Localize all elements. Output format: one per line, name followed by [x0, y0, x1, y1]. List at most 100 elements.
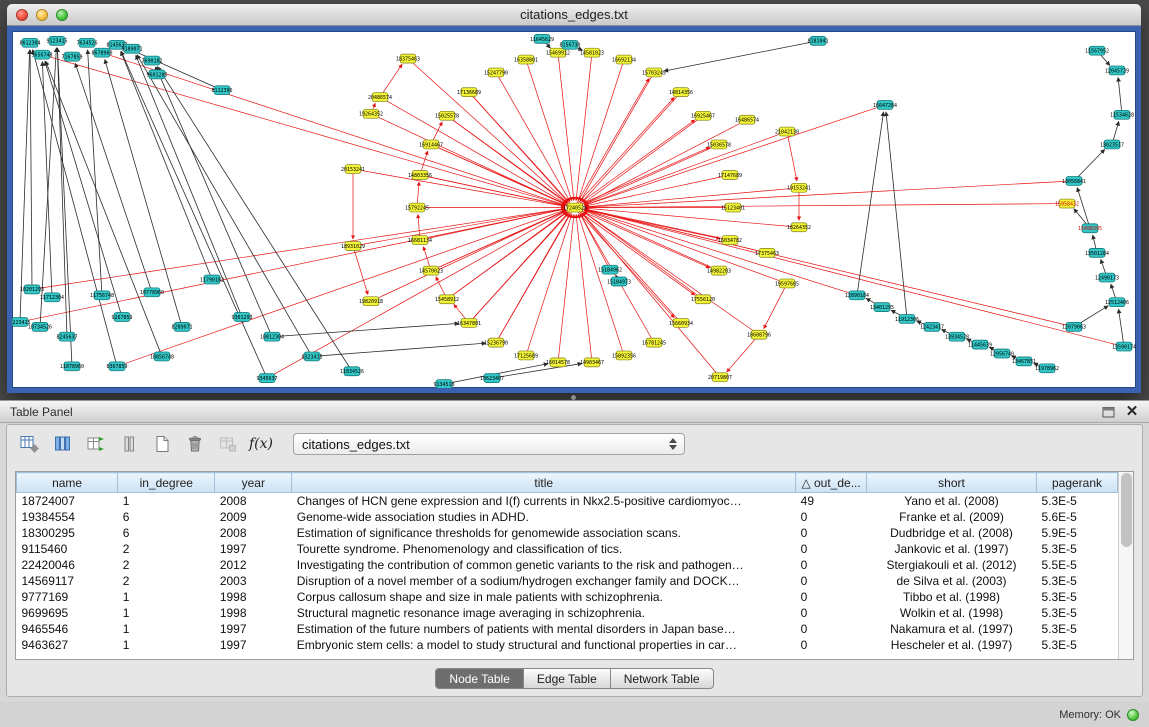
graph-node[interactable]: 10778960	[140, 288, 164, 297]
graph-node[interactable]: 15247790	[484, 68, 508, 77]
graph-node[interactable]: 9656748	[31, 50, 52, 59]
close-panel-icon[interactable]: ✕	[1125, 405, 1139, 419]
graph-node[interactable]: 11878960	[60, 362, 84, 371]
graph-node[interactable]: 7167859	[61, 52, 82, 61]
table-row[interactable]: 977716911998Corpus callosum shape and si…	[17, 589, 1118, 605]
graph-node[interactable]: 11645629	[530, 34, 554, 43]
graph-node[interactable]: 14581023	[580, 48, 604, 57]
graph-node[interactable]: 15184962	[598, 265, 622, 274]
scrollbar-thumb[interactable]	[1121, 473, 1132, 547]
graph-node[interactable]: 16914467	[419, 140, 443, 149]
graph-node[interactable]: 11912306	[895, 315, 919, 324]
graph-node[interactable]: 16486574	[735, 115, 759, 124]
graph-node[interactable]: 11567952	[1085, 46, 1109, 55]
graph-node[interactable]: 17147689	[718, 171, 742, 180]
table-row[interactable]: 1830029562008Estimation of significance …	[17, 525, 1118, 541]
tab-node-table[interactable]: Node Table	[435, 668, 524, 689]
graph-node[interactable]: 15123401	[721, 203, 745, 212]
graph-node[interactable]: 14982203	[707, 266, 731, 275]
graph-node[interactable]: 14570023	[419, 266, 443, 275]
network-canvas[interactable]: 1724052815123401160347821498220317556120…	[7, 26, 1141, 393]
graph-node[interactable]: 11834526	[340, 367, 364, 376]
table-row[interactable]: 1456911722003Disruption of a novel membe…	[17, 573, 1118, 589]
graph-node[interactable]: 11790182	[200, 275, 224, 284]
graph-node[interactable]: 17125689	[514, 351, 538, 360]
graph-node[interactable]: 13590174	[1112, 342, 1136, 351]
table-row[interactable]: 969969511998Structural magnetic resonanc…	[17, 605, 1118, 621]
graph-node[interactable]: 16034782	[718, 236, 742, 245]
graph-node[interactable]: 12490173	[1095, 273, 1119, 282]
graph-node[interactable]: 11534628	[1110, 110, 1134, 119]
citation-network-graph[interactable]: 1724052815123401160347821498220317556120…	[12, 31, 1136, 388]
graph-node[interactable]: 9189071	[121, 44, 142, 53]
graph-node[interactable]: 19820918	[359, 297, 383, 306]
graph-node[interactable]: 18375463	[396, 54, 420, 63]
graph-node[interactable]: 13056841	[1062, 176, 1086, 185]
row-mode-icon[interactable]	[116, 431, 142, 457]
graph-node[interactable]: 10734526	[28, 322, 52, 331]
table-select[interactable]: citations_edges.txt	[293, 433, 685, 455]
graph-node[interactable]: 15458912	[435, 295, 459, 304]
graph-node[interactable]: 9345637	[256, 374, 277, 383]
graph-node[interactable]: 16014578	[546, 358, 570, 367]
graph-node[interactable]: 14803356	[408, 171, 432, 180]
graph-node[interactable]: 10623407	[480, 374, 504, 383]
graph-node[interactable]: 13401295	[870, 303, 894, 312]
graph-node[interactable]: 18264352	[787, 223, 811, 232]
table-row[interactable]: 946362711997Embryonic stem cells: a mode…	[17, 637, 1118, 653]
graph-node[interactable]: 8612304	[19, 38, 40, 47]
graph-node[interactable]: 12956740	[990, 349, 1014, 358]
graph-node[interactable]: 15660934	[669, 318, 693, 327]
graph-node[interactable]: 21042130	[775, 127, 799, 136]
graph-node[interactable]: 12079063	[1062, 322, 1086, 331]
graph-node[interactable]: 20486574	[368, 93, 392, 102]
table-vertical-scrollbar[interactable]	[1118, 472, 1133, 659]
column-header-out-de[interactable]: △ out_de...	[796, 473, 867, 493]
graph-node[interactable]: 15036578	[707, 140, 731, 149]
graph-node[interactable]: 9267859	[111, 313, 132, 322]
tab-network-table[interactable]: Network Table	[611, 668, 714, 689]
table-row[interactable]: 1872400712008Changes of HCN gene express…	[17, 493, 1118, 509]
graph-node[interactable]: 9301293	[231, 313, 252, 322]
graph-node[interactable]: 16647284	[873, 101, 897, 110]
close-button[interactable]	[16, 9, 28, 21]
zoom-button[interactable]	[56, 9, 68, 21]
graph-node[interactable]: 19153241	[787, 183, 811, 192]
graph-node[interactable]: 10812304	[260, 332, 284, 341]
graph-node[interactable]: 16781245	[642, 338, 666, 347]
graph-node[interactable]: 18931029	[341, 242, 365, 251]
graph-node[interactable]: 17136689	[457, 88, 481, 97]
column-header-year[interactable]: year	[215, 473, 292, 493]
graph-node[interactable]: 7634526	[76, 38, 97, 47]
graph-node[interactable]: 17556120	[691, 295, 715, 304]
edit-table-icon[interactable]	[83, 431, 109, 457]
graph-node[interactable]: 19264352	[359, 109, 383, 118]
graph-node[interactable]: 15892356	[612, 351, 636, 360]
show-columns-icon[interactable]	[50, 431, 76, 457]
column-header-short[interactable]: short	[867, 473, 1037, 493]
graph-node[interactable]: 16925467	[691, 111, 715, 120]
graph-node[interactable]: 14903467	[580, 358, 604, 367]
graph-node[interactable]: 10201293	[20, 285, 44, 294]
graph-node[interactable]: 12045739	[1105, 66, 1129, 75]
graph-node[interactable]: 20719807	[708, 373, 732, 382]
graph-node[interactable]: 7690182	[141, 56, 162, 65]
graph-node[interactable]: 8289071	[171, 322, 192, 331]
graph-node[interactable]: 15498395	[1078, 224, 1102, 233]
graph-node[interactable]: 9134518	[433, 380, 454, 388]
table-row[interactable]: 946554611997Estimation of the future num…	[17, 621, 1118, 637]
graph-node[interactable]: 15184973	[607, 277, 631, 286]
graph-node[interactable]: 13467851	[1012, 357, 1036, 366]
column-header-title[interactable]: title	[292, 473, 796, 493]
graph-node[interactable]: 12512406	[1105, 298, 1129, 307]
column-header-name[interactable]: name	[17, 473, 118, 493]
graph-node[interactable]: 8112396	[211, 86, 232, 95]
table-settings-icon[interactable]	[17, 431, 43, 457]
table-row[interactable]: 1938455462009Genome-wide association stu…	[17, 509, 1118, 525]
graph-node[interactable]: 17375463	[755, 248, 779, 257]
graph-node[interactable]: 18608796	[747, 330, 771, 339]
float-panel-icon[interactable]	[1101, 405, 1115, 419]
delete-column-icon[interactable]	[182, 431, 208, 457]
graph-node[interactable]: 16358801	[514, 55, 538, 64]
table-row[interactable]: 2242004622012Investigating the contribut…	[17, 557, 1118, 573]
